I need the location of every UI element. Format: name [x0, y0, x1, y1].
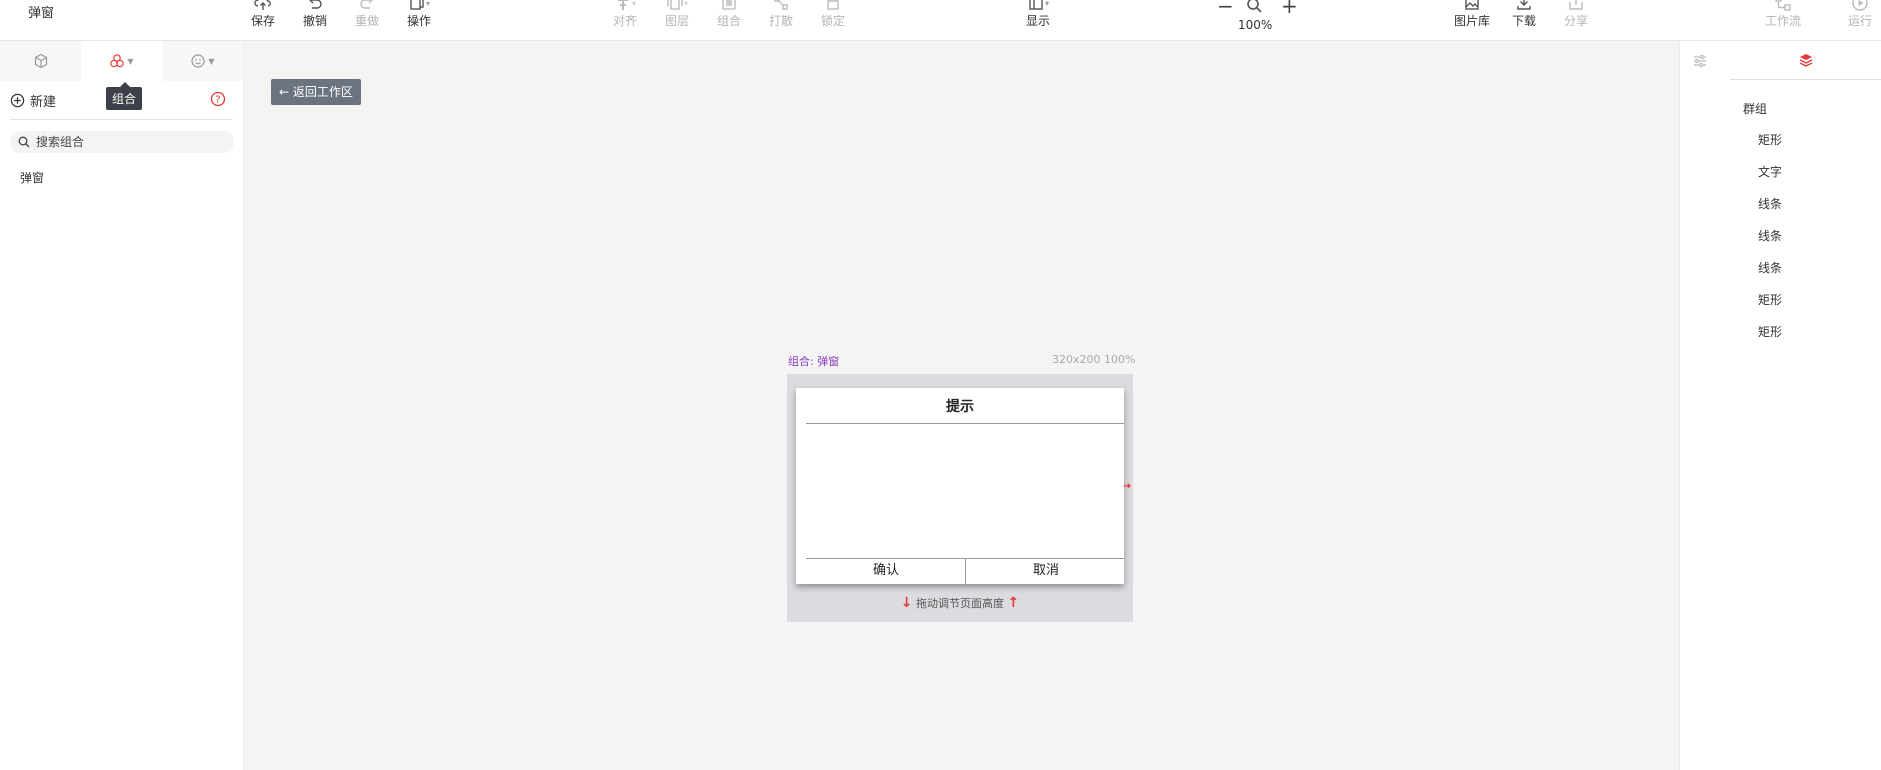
layer-item[interactable]: 线条	[1758, 195, 1782, 212]
redo-label: 重做	[354, 14, 379, 28]
drag-resize-hint[interactable]: ↓ 拖动调节页面高度 ↑	[787, 595, 1133, 611]
layer-item[interactable]: 文字	[1758, 163, 1782, 180]
download-label: 下载	[1511, 14, 1536, 28]
arrow-right-icon[interactable]: ➜	[1123, 481, 1131, 492]
arrow-down-icon: ↓	[900, 595, 913, 611]
ungroup-button[interactable]: 打散	[757, 0, 805, 29]
left-panel-tabs: ▼ ▼	[0, 41, 243, 81]
operate-button[interactable]: ▾ 操作	[395, 0, 443, 29]
document-title: 弹窗	[28, 6, 55, 21]
plus-circle-icon	[10, 93, 25, 108]
layer-item[interactable]: 矩形	[1758, 131, 1782, 148]
dialog-divider-top	[806, 423, 1124, 424]
layers-icon[interactable]	[1798, 52, 1814, 68]
layer-button[interactable]: ▾ 图层	[653, 0, 701, 29]
layers-panel-header	[1730, 41, 1881, 80]
download-icon	[1517, 0, 1531, 10]
chevron-down-icon: ▼	[208, 56, 215, 66]
drag-hint-text: 拖动调节页面高度	[916, 597, 1004, 610]
undo-button[interactable]: 撤销	[291, 0, 339, 29]
layers-panel: 群组 矩形 文字 线条 线条 线条 矩形 矩形	[1720, 41, 1881, 770]
workflow-label: 工作流	[1764, 14, 1801, 28]
tab-components[interactable]	[0, 41, 81, 81]
smiley-icon	[191, 54, 206, 68]
tab-icons[interactable]: ▼	[162, 41, 243, 81]
confirm-button[interactable]: 确认	[806, 560, 966, 582]
lock-button[interactable]: 锁定	[809, 0, 857, 29]
image-icon	[1465, 0, 1479, 10]
run-button[interactable]: 运行	[1836, 0, 1881, 29]
display-layout-icon	[1029, 0, 1043, 10]
dialog-title: 提示	[946, 399, 974, 415]
undo-icon	[309, 0, 322, 9]
group-button[interactable]: 组合	[705, 0, 753, 29]
layer-item[interactable]: 线条	[1758, 259, 1782, 276]
cancel-button[interactable]: 取消	[966, 560, 1126, 582]
group-circles-icon	[110, 54, 125, 68]
layer-order-icon	[667, 0, 683, 10]
save-label: 保存	[250, 14, 275, 28]
lock-label: 锁定	[820, 14, 845, 28]
artboard-size: 320x200 100%	[1052, 353, 1136, 366]
align-label: 对齐	[612, 14, 637, 28]
divider	[10, 119, 233, 120]
download-button[interactable]: 下载	[1500, 0, 1548, 29]
zoom-icon	[1245, 0, 1263, 17]
artboard-label: 组合: 弹窗	[788, 355, 840, 368]
share-button[interactable]: 分享	[1552, 0, 1600, 29]
gallery-button[interactable]: 图片库	[1448, 0, 1496, 29]
align-icon	[617, 0, 628, 10]
display-button[interactable]: ▾ 显示	[1014, 0, 1062, 29]
ungroup-icon	[774, 0, 788, 10]
zoom-in-button[interactable]: +	[1281, 0, 1298, 18]
ungroup-label: 打散	[768, 14, 793, 28]
svg-text:?: ?	[215, 95, 220, 106]
cube-icon	[34, 53, 47, 69]
align-button[interactable]: ▾ 对齐	[601, 0, 649, 29]
save-button[interactable]: 保存	[239, 0, 287, 29]
play-icon	[1852, 0, 1868, 11]
layer-item[interactable]: 矩形	[1758, 291, 1782, 308]
zoom-level: 100%	[1238, 18, 1273, 32]
sliders-icon[interactable]	[1692, 53, 1708, 72]
new-label: 新建	[30, 95, 57, 110]
list-item[interactable]: 弹窗	[20, 169, 44, 186]
property-toggle-column	[1679, 41, 1721, 770]
search-icon	[18, 136, 30, 148]
group-icon	[722, 0, 736, 10]
search-input[interactable]	[36, 135, 216, 149]
layer-label: 图层	[664, 14, 689, 28]
search-box[interactable]	[10, 131, 234, 153]
help-icon[interactable]: ?	[210, 91, 226, 110]
share-icon	[1569, 0, 1583, 10]
zoom-out-button[interactable]: −	[1217, 0, 1234, 18]
dialog-preview[interactable]: 提示 确认 取消	[796, 388, 1124, 584]
layer-item[interactable]: 矩形	[1758, 323, 1782, 340]
layer-item[interactable]: 线条	[1758, 227, 1782, 244]
left-panel: ▼ ▼ 组合 新建 ? 弹窗	[0, 41, 244, 770]
redo-icon	[360, 0, 373, 9]
operate-label: 操作	[406, 14, 431, 28]
new-group-button[interactable]: 新建	[10, 91, 56, 110]
tab-tooltip: 组合	[106, 82, 143, 110]
lock-icon	[827, 0, 839, 10]
workflow-icon	[1775, 0, 1791, 11]
workflow-button[interactable]: 工作流	[1759, 0, 1807, 29]
gallery-label: 图片库	[1453, 14, 1490, 28]
group-label: 组合	[716, 14, 741, 28]
chevron-down-icon: ▼	[127, 56, 134, 66]
toolbar: 弹窗 保存 撤销 重做 ▾ 操作 ▾ 对齐 ▾ 图层 组合 打散 锁定 ▾ 显示…	[0, 0, 1881, 41]
arrow-up-icon: ↑	[1007, 595, 1020, 611]
layer-group-root[interactable]: 群组	[1743, 100, 1767, 117]
run-label: 运行	[1847, 14, 1872, 28]
redo-button[interactable]: 重做	[343, 0, 391, 29]
copy-icon	[410, 0, 424, 10]
share-label: 分享	[1563, 14, 1588, 28]
back-to-workspace-button[interactable]: ← 返回工作区	[271, 79, 361, 105]
cloud-upload-icon	[254, 0, 271, 10]
display-label: 显示	[1025, 14, 1050, 28]
undo-label: 撤销	[302, 14, 327, 28]
tab-groups[interactable]: ▼	[81, 41, 162, 81]
artboard[interactable]: 提示 确认 取消 ↓ 拖动调节页面高度 ↑	[787, 374, 1133, 622]
